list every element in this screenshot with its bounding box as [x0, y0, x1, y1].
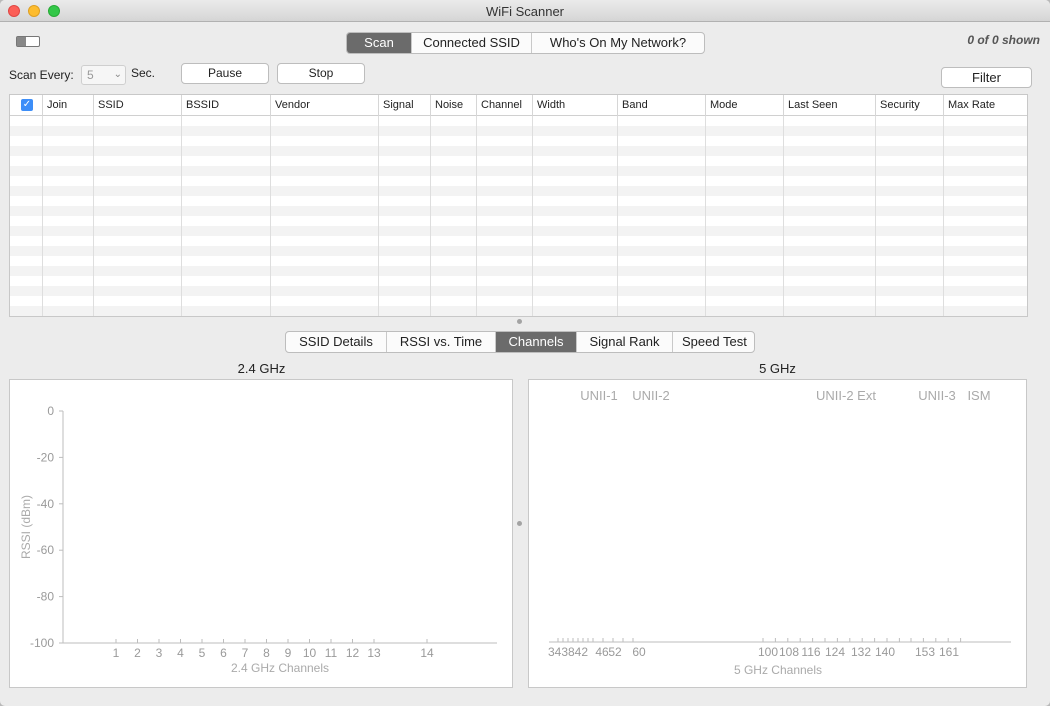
band-label: UNII-2 Ext — [816, 388, 876, 403]
x-tick-label: 5 — [199, 646, 206, 660]
tab-whos-on-my-network[interactable]: Who's On My Network? — [532, 33, 704, 53]
main-tab-bar: Scan Connected SSID Who's On My Network? — [346, 32, 705, 54]
chevron-down-icon: ⌄ — [113, 69, 122, 80]
band-label: ISM — [967, 388, 990, 403]
tab-rssi-vs-time[interactable]: RSSI vs. Time — [387, 332, 496, 352]
column-header-last-seen[interactable]: Last Seen — [784, 95, 876, 116]
x-tick-label: 46 — [595, 645, 609, 659]
tab-ssid-details[interactable]: SSID Details — [286, 332, 387, 352]
y-tick-label: -100 — [30, 636, 54, 650]
title-bar: WiFi Scanner — [0, 0, 1050, 22]
select-all-checkbox[interactable]: ✓ — [21, 99, 33, 111]
scan-interval-select[interactable]: 5 ⌄ — [81, 65, 126, 85]
x-axis-title: 5 GHz Channels — [734, 663, 822, 677]
x-tick-label: 6 — [220, 646, 227, 660]
band-label: UNII-1 — [580, 388, 618, 403]
y-axis-title: RSSI (dBm) — [19, 495, 33, 559]
column-header-vendor[interactable]: Vendor — [271, 95, 379, 116]
x-tick-label: 4 — [177, 646, 184, 660]
y-tick-label: 0 — [47, 404, 54, 418]
chart-5ghz-title: 5 GHz — [759, 361, 796, 376]
column-header-max-rate[interactable]: Max Rate — [944, 95, 1027, 116]
x-tick-label: 9 — [285, 646, 292, 660]
tab-signal-rank[interactable]: Signal Rank — [577, 332, 673, 352]
scan-interval-value: 5 — [87, 68, 94, 82]
column-header-ssid[interactable]: SSID — [94, 95, 182, 116]
chart-5ghz-panel: 343842 46 52 60 100 108 116 124 132 140 153 161 UNII… — [528, 379, 1027, 688]
column-header-security[interactable]: Security — [876, 95, 944, 116]
x-axis-title: 2.4 GHz Channels — [231, 661, 329, 675]
seconds-label: Sec. — [131, 66, 156, 80]
x-tick-label: 343842 — [548, 645, 588, 659]
table-header: ✓ Join SSID BSSID Vendor Signal Noise Ch… — [10, 95, 1027, 116]
x-tick-label: 161 — [939, 645, 959, 659]
x-tick-label: 2 — [134, 646, 141, 660]
chart-24ghz: 0-20-40-60-80-1001 2 3 4 5 6 7 8 9 10 11 12 13 142.4 … — [19, 404, 497, 675]
filter-button[interactable]: Filter — [941, 67, 1032, 88]
pause-button[interactable]: Pause — [181, 63, 269, 84]
tab-speed-test[interactable]: Speed Test — [673, 332, 754, 352]
app-window: WiFi Scanner Scan Connected SSID Who's O… — [0, 0, 1050, 706]
vertical-split-handle[interactable] — [517, 521, 522, 526]
column-header-mode[interactable]: Mode — [706, 95, 784, 116]
x-tick-label: 12 — [346, 646, 360, 660]
y-tick-label: -40 — [37, 497, 55, 511]
networks-table[interactable]: ✓ Join SSID BSSID Vendor Signal Noise Ch… — [9, 94, 1028, 317]
band-label: UNII-3 — [918, 388, 956, 403]
x-tick-label: 14 — [420, 646, 434, 660]
column-header-select[interactable]: ✓ — [10, 95, 43, 116]
chart-24ghz-panel: 0 -20 -40 -60 -80 -100 1 2 3 4 5 6 7 8 9 10 11 12 13 14 2.4 … — [9, 379, 513, 688]
column-header-band[interactable]: Band — [618, 95, 706, 116]
column-header-join[interactable]: Join — [43, 95, 94, 116]
column-header-noise[interactable]: Noise — [431, 95, 477, 116]
x-tick-label: 124 — [825, 645, 845, 659]
tab-scan[interactable]: Scan — [347, 33, 412, 53]
x-tick-label: 11 — [325, 646, 338, 660]
shown-count: 0 of 0 shown — [967, 33, 1040, 47]
tab-connected-ssid[interactable]: Connected SSID — [412, 33, 532, 53]
x-tick-label: 10 — [303, 646, 317, 660]
column-header-bssid[interactable]: BSSID — [182, 95, 271, 116]
sidebar-toggle-icon[interactable] — [16, 36, 40, 47]
chart-5ghz: 343842 46 52 60 100 108 116 124 132 140 153 161 UNII… — [548, 388, 1011, 677]
x-tick-label: 60 — [632, 645, 646, 659]
x-tick-label: 8 — [263, 646, 270, 660]
x-tick-label: 3 — [156, 646, 163, 660]
x-tick-label: 1 — [113, 646, 120, 660]
scan-every-label: Scan Every: — [9, 68, 74, 82]
x-tick-label: 140 — [875, 645, 895, 659]
x-tick-label: 132 — [851, 645, 871, 659]
y-tick-label: -80 — [37, 590, 55, 604]
horizontal-split-handle[interactable] — [517, 319, 522, 324]
column-header-width[interactable]: Width — [533, 95, 618, 116]
detail-tab-bar: SSID Details RSSI vs. Time Channels Sign… — [285, 331, 755, 353]
column-header-signal[interactable]: Signal — [379, 95, 431, 116]
y-tick-label: -20 — [37, 450, 55, 464]
window-title: WiFi Scanner — [485, 4, 565, 19]
x-tick-label: 108 — [779, 645, 799, 659]
x-tick-label: 153 — [915, 645, 935, 659]
x-tick-label: 100 — [758, 645, 778, 659]
x-tick-label: 13 — [367, 646, 381, 660]
x-tick-label: 116 — [801, 645, 820, 659]
y-tick-label: -60 — [37, 543, 55, 557]
stop-button[interactable]: Stop — [277, 63, 365, 84]
column-header-channel[interactable]: Channel — [477, 95, 533, 116]
x-tick-label: 52 — [608, 645, 622, 659]
tab-channels[interactable]: Channels — [496, 332, 577, 352]
x-tick-label: 7 — [242, 646, 249, 660]
band-label: UNII-2 — [632, 388, 670, 403]
chart-24ghz-title: 2.4 GHz — [237, 361, 286, 376]
